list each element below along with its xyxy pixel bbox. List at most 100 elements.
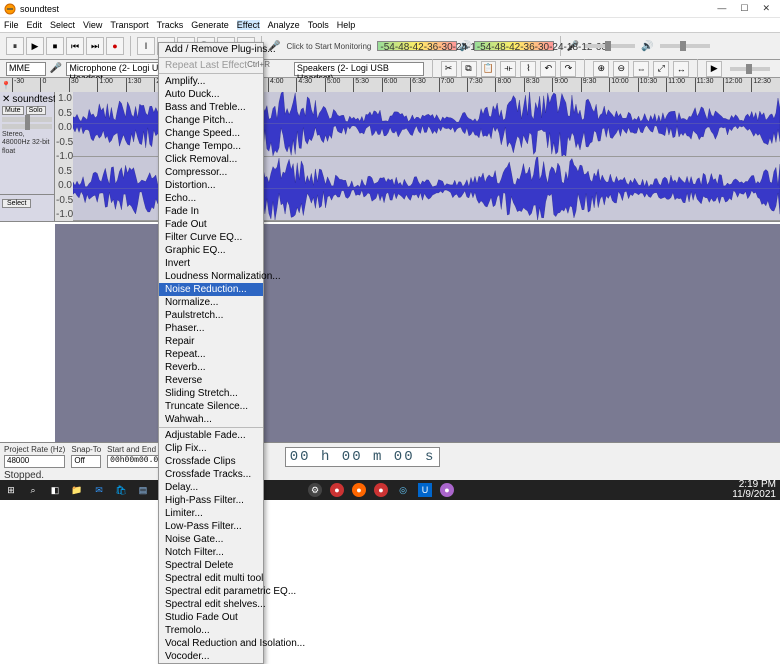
task-view-button[interactable]: ◧ xyxy=(48,483,62,497)
effect-menu-item[interactable]: Filter Curve EQ... xyxy=(159,231,263,244)
fit-project-button[interactable]: ⤢ xyxy=(653,61,669,77)
timeline[interactable]: 📍 -300301:001:302:002:303:003:304:004:30… xyxy=(0,78,780,92)
taskbar-app-1[interactable]: ▤ xyxy=(136,483,150,497)
effect-menu-item[interactable]: Compressor... xyxy=(159,166,263,179)
timeline-tick[interactable]: 9:30 xyxy=(581,78,609,92)
effect-menu-item[interactable]: Loudness Normalization... xyxy=(159,270,263,283)
timeline-tick[interactable]: 5:30 xyxy=(353,78,381,92)
timeline-tick[interactable]: 7:30 xyxy=(467,78,495,92)
effect-menu-item[interactable]: Distortion... xyxy=(159,179,263,192)
record-meter-label[interactable]: Click to Start Monitoring xyxy=(286,42,371,51)
effect-menu-item[interactable]: Crossfade Clips xyxy=(159,455,263,468)
effect-menu-item[interactable]: Reverb... xyxy=(159,361,263,374)
effect-menu-item[interactable]: Invert xyxy=(159,257,263,270)
effect-menu-item[interactable]: Delay... xyxy=(159,481,263,494)
effect-menu-item[interactable]: Reverse xyxy=(159,374,263,387)
timeline-tick[interactable]: -30 xyxy=(12,78,40,92)
timeline-tick[interactable]: 10:00 xyxy=(609,78,637,92)
effect-menu-item[interactable]: Vocoder... xyxy=(159,650,263,663)
effect-menu-item[interactable]: Limiter... xyxy=(159,507,263,520)
effect-menu-item[interactable]: Clip Fix... xyxy=(159,442,263,455)
paste-button[interactable]: 📋 xyxy=(481,61,497,77)
timeline-tick[interactable]: 1:30 xyxy=(126,78,154,92)
effect-menu-item[interactable]: Crossfade Tracks... xyxy=(159,468,263,481)
start-button[interactable]: ⊞ xyxy=(4,483,18,497)
redo-button[interactable]: ↷ xyxy=(560,61,576,77)
play-at-speed-button[interactable]: ▶ xyxy=(706,61,722,77)
track-close-button[interactable]: ✕ xyxy=(2,94,10,105)
effect-menu-item[interactable]: Spectral edit parametric EQ... xyxy=(159,585,263,598)
effect-menu-item[interactable]: Noise Gate... xyxy=(159,533,263,546)
zoom-out-button[interactable]: ⊖ xyxy=(613,61,629,77)
search-button[interactable]: ⌕ xyxy=(26,483,40,497)
effect-menu-item[interactable]: Spectral Delete xyxy=(159,559,263,572)
pause-button[interactable]: ⏸ xyxy=(6,37,24,55)
timeline-tick[interactable]: 7:00 xyxy=(439,78,467,92)
timeline-tick[interactable]: 11:00 xyxy=(666,78,694,92)
effect-menu-item[interactable]: Amplify... xyxy=(159,75,263,88)
effect-menu-item[interactable]: Click Removal... xyxy=(159,153,263,166)
copy-button[interactable]: ⧉ xyxy=(461,61,477,77)
effect-menu-item[interactable]: Sliding Stretch... xyxy=(159,387,263,400)
close-button[interactable]: ✕ xyxy=(762,3,770,14)
undo-button[interactable]: ↶ xyxy=(540,61,556,77)
effect-menu-item[interactable]: Bass and Treble... xyxy=(159,101,263,114)
effect-menu-item[interactable]: Auto Duck... xyxy=(159,88,263,101)
timeline-tick[interactable]: 1:00 xyxy=(97,78,125,92)
playback-volume-slider[interactable] xyxy=(660,44,710,48)
tray-icon-2[interactable]: ● xyxy=(330,483,344,497)
menu-select[interactable]: Select xyxy=(50,20,75,30)
timecode-display[interactable]: 00 h 00 m 00 s xyxy=(285,447,441,467)
cut-button[interactable]: ✂ xyxy=(441,61,457,77)
tray-icon-1[interactable]: ⚙ xyxy=(308,483,322,497)
solo-button[interactable]: Solo xyxy=(26,106,46,115)
menu-effect[interactable]: Effect xyxy=(237,20,260,30)
menu-tools[interactable]: Tools xyxy=(308,20,329,30)
tray-icon-4[interactable]: ● xyxy=(374,483,388,497)
effect-menu-item[interactable]: Echo... xyxy=(159,192,263,205)
timeline-tick[interactable]: 30 xyxy=(69,78,97,92)
play-button[interactable]: ▶ xyxy=(26,37,44,55)
tool-selection[interactable]: I xyxy=(137,37,155,55)
timeline-tick[interactable]: 8:00 xyxy=(495,78,523,92)
effect-menu-item[interactable]: Fade Out xyxy=(159,218,263,231)
record-volume-slider[interactable] xyxy=(585,44,635,48)
tray-icon-7[interactable]: ● xyxy=(440,483,454,497)
effect-menu-item[interactable]: Phaser... xyxy=(159,322,263,335)
effect-menu-item[interactable]: Noise Reduction... xyxy=(159,283,263,296)
effect-menu-item[interactable]: Change Pitch... xyxy=(159,114,263,127)
menu-generate[interactable]: Generate xyxy=(191,20,229,30)
effect-menu-item[interactable]: Notch Filter... xyxy=(159,546,263,559)
taskbar-app-mail[interactable]: ✉ xyxy=(92,483,106,497)
maximize-button[interactable]: ☐ xyxy=(740,3,748,14)
project-rate-select[interactable]: 48000 xyxy=(4,455,65,468)
silence-button[interactable]: ⌇ xyxy=(520,61,536,77)
playback-meter[interactable]: -54-48-42-36-30-24-18-12-60 xyxy=(474,41,554,51)
record-button[interactable]: ● xyxy=(106,37,124,55)
stop-button[interactable]: ⏹ xyxy=(46,37,64,55)
timeline-tick[interactable]: 11:30 xyxy=(695,78,723,92)
zoom-in-button[interactable]: ⊕ xyxy=(593,61,609,77)
timeline-tick[interactable]: 4:00 xyxy=(268,78,296,92)
effect-menu-item[interactable]: Add / Remove Plug-ins... xyxy=(159,43,263,56)
menu-transport[interactable]: Transport xyxy=(110,20,148,30)
skip-end-button[interactable]: ⏭ xyxy=(86,37,104,55)
effect-menu-item[interactable]: Fade In xyxy=(159,205,263,218)
effect-menu-item[interactable]: Spectral edit shelves... xyxy=(159,598,263,611)
effect-menu-item[interactable]: Wahwah... xyxy=(159,413,263,426)
taskbar-app-explorer[interactable]: 📁 xyxy=(70,483,84,497)
timeline-tick[interactable]: 5:00 xyxy=(325,78,353,92)
tray-icon-6[interactable]: U xyxy=(418,483,432,497)
effect-menu-item[interactable]: Normalize... xyxy=(159,296,263,309)
effect-menu-item[interactable]: Tremolo... xyxy=(159,624,263,637)
timeline-tick[interactable]: 8:30 xyxy=(524,78,552,92)
timeline-tick[interactable]: 6:30 xyxy=(410,78,438,92)
effect-menu-item[interactable]: Low-Pass Filter... xyxy=(159,520,263,533)
timeline-tick[interactable]: 4:30 xyxy=(296,78,324,92)
track-select-button[interactable]: Select xyxy=(2,199,31,208)
effect-menu-item[interactable]: Change Tempo... xyxy=(159,140,263,153)
mute-button[interactable]: Mute xyxy=(2,106,24,115)
effect-menu-item[interactable]: Repair xyxy=(159,335,263,348)
effect-menu-item[interactable]: Change Speed... xyxy=(159,127,263,140)
output-device-select[interactable]: Speakers (2- Logi USB Headset) xyxy=(294,62,424,76)
